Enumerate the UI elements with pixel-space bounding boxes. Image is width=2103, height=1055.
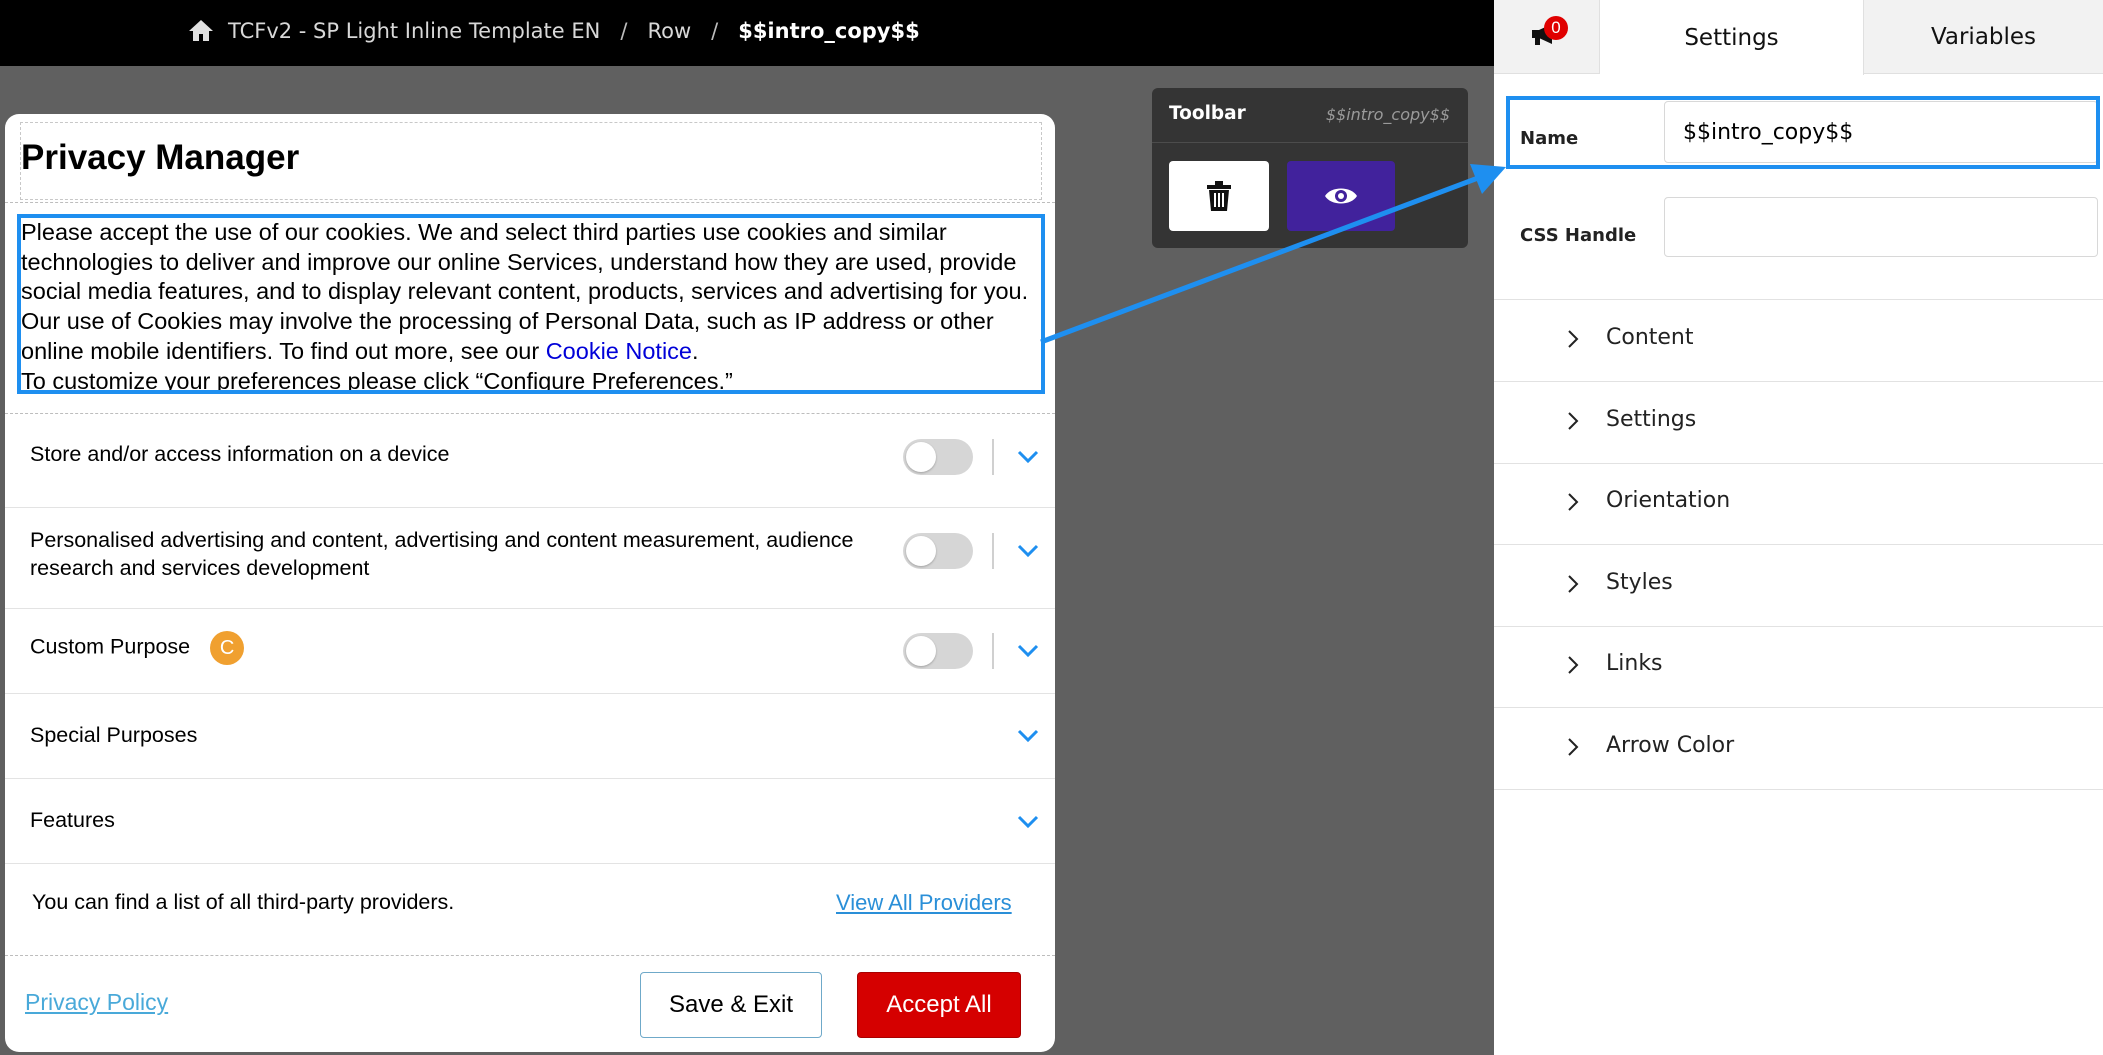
chevron-right-icon <box>1568 656 1579 674</box>
css-handle-input[interactable] <box>1664 197 2098 257</box>
purpose-row[interactable]: Store and/or access information on a dev… <box>5 414 1055 507</box>
chevron-down-icon[interactable] <box>1017 450 1039 464</box>
chevron-right-icon <box>1568 575 1579 593</box>
divider <box>5 955 1055 956</box>
divider <box>1152 142 1468 143</box>
panel-tabs: 0 Settings Variables <box>1494 0 2103 75</box>
toggle-knob <box>906 636 936 666</box>
section-arrow-color[interactable]: Arrow Color <box>1494 707 2103 787</box>
chevron-down-icon[interactable] <box>1017 644 1039 658</box>
tab-variables[interactable]: Variables <box>1864 0 2103 74</box>
chevron-down-icon[interactable] <box>1017 544 1039 558</box>
purpose-label: Store and/or access information on a dev… <box>30 442 450 466</box>
breadcrumb-item-current: $$intro_copy$$ <box>738 19 920 43</box>
divider <box>5 202 1055 203</box>
view-all-providers-link[interactable]: View All Providers <box>836 890 1012 916</box>
section-content[interactable]: Content <box>1494 299 2103 379</box>
section-label: Content <box>1606 325 1694 350</box>
section-links[interactable]: Links <box>1494 625 2103 705</box>
delete-button[interactable] <box>1169 161 1269 231</box>
save-exit-button[interactable]: Save & Exit <box>640 972 822 1038</box>
preview-button[interactable] <box>1287 161 1395 231</box>
divider <box>5 863 1055 864</box>
breadcrumb-separator: / <box>620 19 628 43</box>
purpose-label: Features <box>30 808 115 832</box>
purpose-row[interactable]: Special Purposes <box>5 694 1055 778</box>
purpose-label: Custom Purpose C <box>30 631 245 665</box>
chevron-down-icon[interactable] <box>1017 815 1039 829</box>
section-label: Orientation <box>1606 488 1731 513</box>
chevron-down-icon[interactable] <box>1017 729 1039 743</box>
toggle-knob <box>906 536 936 566</box>
toolbar-title: Toolbar <box>1169 103 1246 124</box>
section-styles[interactable]: Styles <box>1494 544 2103 624</box>
custom-badge: C <box>210 631 245 665</box>
chevron-right-icon <box>1568 738 1579 756</box>
eye-icon <box>1325 188 1357 204</box>
privacy-policy-link[interactable]: Privacy Policy <box>25 989 168 1016</box>
tab-settings[interactable]: Settings <box>1600 0 1864 75</box>
breadcrumb-item-row[interactable]: Row <box>647 19 691 43</box>
chevron-right-icon <box>1568 412 1579 430</box>
purpose-toggle[interactable] <box>903 633 973 669</box>
purpose-label: Special Purposes <box>30 723 198 747</box>
purpose-toggle[interactable] <box>903 533 973 569</box>
breadcrumb-item-template[interactable]: TCFv2 - SP Light Inline Template EN <box>228 19 600 43</box>
breadcrumb-separator: / <box>711 19 719 43</box>
accept-all-button[interactable]: Accept All <box>857 972 1021 1038</box>
section-label: Styles <box>1606 570 1673 595</box>
section-label: Settings <box>1606 407 1697 432</box>
section-label: Links <box>1606 651 1663 676</box>
section-label: Arrow Color <box>1606 733 1735 758</box>
purpose-toggle[interactable] <box>903 439 973 475</box>
toggle-knob <box>906 442 936 472</box>
selected-field-outline <box>1506 96 2100 169</box>
selected-element-outline <box>17 214 1045 394</box>
purpose-label: Personalised advertising and content, ad… <box>30 528 854 580</box>
divider <box>1494 789 2103 790</box>
element-toolbar: Toolbar $$intro_copy$$ <box>1152 88 1468 248</box>
trash-icon <box>1207 181 1231 211</box>
privacy-manager-card: Privacy Manager Please accept the use of… <box>5 114 1055 1052</box>
divider <box>992 633 994 669</box>
notifications-button[interactable]: 0 <box>1494 0 1600 74</box>
purpose-row[interactable]: Features <box>5 779 1055 864</box>
top-bar: TCFv2 - SP Light Inline Template EN / Ro… <box>0 0 1494 66</box>
divider <box>992 439 994 475</box>
css-handle-label: CSS Handle <box>1520 225 1637 246</box>
section-orientation[interactable]: Orientation <box>1494 462 2103 542</box>
divider <box>992 533 994 569</box>
purpose-row[interactable]: Custom Purpose C <box>5 609 1055 693</box>
notification-count-badge: 0 <box>1544 16 1568 40</box>
providers-text: You can find a list of all third-party p… <box>32 890 455 914</box>
privacy-manager-title: Privacy Manager <box>21 138 300 177</box>
section-settings[interactable]: Settings <box>1494 381 2103 461</box>
chevron-right-icon <box>1568 330 1579 348</box>
settings-panel: 0 Settings Variables Name $$intro_copy$$… <box>1494 0 2103 1055</box>
purpose-row[interactable]: Personalised advertising and content, ad… <box>5 508 1055 608</box>
chevron-right-icon <box>1568 493 1579 511</box>
purpose-name: Custom Purpose <box>30 634 191 659</box>
home-icon[interactable] <box>188 18 214 44</box>
breadcrumb: TCFv2 - SP Light Inline Template EN / Ro… <box>188 0 920 62</box>
toolbar-element-name: $$intro_copy$$ <box>1325 105 1450 124</box>
